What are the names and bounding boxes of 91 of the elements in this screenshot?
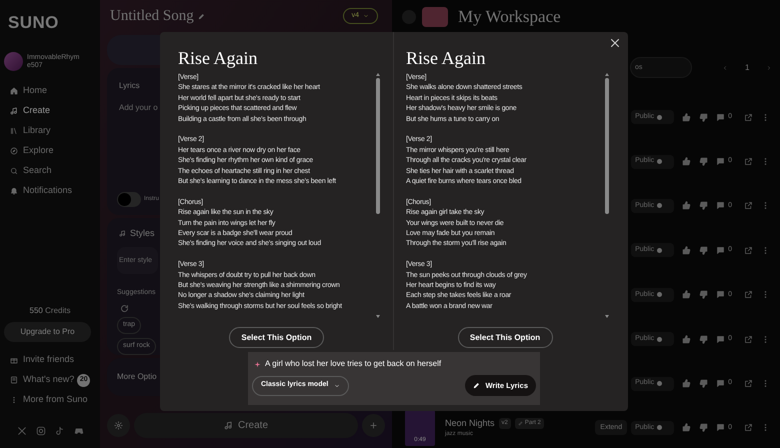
- thumbs-up-icon: [682, 334, 692, 344]
- share-icon: [744, 334, 753, 344]
- comment-icon: [716, 112, 726, 122]
- sidebar-link[interactable]: What's new?: [4, 370, 74, 390]
- song-title: Untitled Song: [110, 6, 194, 26]
- option-title: Rise Again: [178, 47, 258, 70]
- upgrade-button[interactable]: Upgrade to Pro: [4, 322, 91, 342]
- thumbs-down-icon: [699, 334, 708, 344]
- music-note-icon: [10, 107, 18, 115]
- logo[interactable]: SUNO: [8, 14, 59, 31]
- page-number: 1: [745, 62, 750, 74]
- thumbs-up-icon: [682, 157, 692, 166]
- home-icon: [10, 87, 18, 95]
- thumbs-up-icon: [682, 379, 692, 388]
- link-icon: [518, 420, 523, 426]
- select-option-button[interactable]: Select This Option: [229, 327, 324, 348]
- document-icon: [10, 376, 18, 384]
- nav-item[interactable]: Create: [4, 101, 50, 121]
- camera-icon: [36, 426, 46, 436]
- sparkle-icon: [254, 360, 261, 368]
- credits-text: 550 Credits: [30, 305, 70, 317]
- chevron-down-icon: [334, 382, 340, 388]
- thumbs-down-icon: [699, 112, 708, 122]
- select-option-button[interactable]: Select This Option: [458, 327, 552, 348]
- thumbs-up-icon: [682, 246, 692, 255]
- workspace-cover-image: [422, 7, 448, 27]
- comment-icon: [716, 334, 726, 344]
- scrollbar[interactable]: [604, 73, 610, 318]
- close-icon: [609, 37, 621, 49]
- nav-item[interactable]: Explore: [4, 141, 54, 161]
- refresh-icon: [120, 304, 129, 313]
- thumbs-down-icon: [699, 290, 708, 300]
- settings-button[interactable]: [107, 414, 130, 437]
- comment-icon: [716, 201, 726, 210]
- prompt-text: A girl who lost her love tries to get back on herself: [265, 358, 442, 370]
- thumbs-down-icon: [699, 201, 708, 210]
- thumbs-down-icon: [699, 423, 708, 432]
- option-title: Rise Again: [406, 47, 486, 70]
- comment-icon: [716, 157, 726, 166]
- sidebar-link[interactable]: Invite friends: [4, 350, 74, 370]
- lyrics-field[interactable]: Add your o: [119, 102, 159, 114]
- sidebar-link[interactable]: More from Suno: [4, 390, 88, 410]
- nav-item[interactable]: Library: [4, 121, 51, 141]
- comment-icon: [716, 423, 726, 432]
- nav-item[interactable]: Notifications: [4, 181, 72, 201]
- compass-icon: [10, 147, 18, 155]
- pencil-icon: [198, 12, 205, 20]
- nav-item[interactable]: Home: [4, 81, 48, 101]
- x-logo-icon: [16, 426, 26, 436]
- share-icon: [744, 157, 753, 166]
- bell-icon: [10, 187, 18, 195]
- library-icon: [10, 127, 18, 135]
- nav-item[interactable]: Search: [4, 161, 52, 181]
- instrumental-toggle[interactable]: [117, 192, 141, 207]
- thumbs-down-icon: [699, 246, 708, 255]
- thumbs-down-icon: [699, 379, 708, 388]
- plus-icon: [369, 421, 378, 430]
- comment-icon: [716, 290, 726, 300]
- lyrics-label: Lyrics: [119, 80, 140, 92]
- chevron-down-icon: [363, 13, 369, 19]
- settings-icon: [114, 421, 123, 430]
- chevron-left-icon: [722, 64, 728, 70]
- pencil-icon: [473, 382, 480, 389]
- share-icon: [744, 423, 753, 432]
- share-icon: [744, 290, 753, 300]
- create-button[interactable]: Create: [134, 413, 358, 438]
- add-button[interactable]: [362, 414, 385, 437]
- search-icon: [10, 167, 18, 175]
- comment-icon: [716, 246, 726, 255]
- song-title: Neon Nights: [445, 416, 495, 430]
- thumbs-up-icon: [682, 423, 692, 432]
- thumbs-up-icon: [682, 201, 692, 210]
- close-button[interactable]: [609, 37, 621, 49]
- thumbs-up-icon: [682, 290, 692, 300]
- music-note-icon: [224, 421, 233, 430]
- share-icon: [744, 246, 753, 255]
- thumbs-down-icon: [699, 157, 708, 166]
- share-icon: [744, 112, 753, 122]
- game-controller-icon: [74, 426, 84, 436]
- music-note-icon: [119, 230, 126, 238]
- share-icon: [744, 379, 753, 388]
- share-icon: [744, 201, 753, 210]
- workspace-title: My Workspace: [458, 6, 561, 28]
- comment-icon: [716, 379, 726, 388]
- avatar[interactable]: [4, 52, 23, 71]
- music-note-icon: [54, 426, 64, 436]
- chevron-right-icon: [766, 64, 772, 70]
- gift-icon: [10, 356, 18, 364]
- thumbs-up-icon: [682, 112, 692, 122]
- scrollbar[interactable]: [375, 73, 381, 318]
- styles-label: Styles: [130, 227, 155, 240]
